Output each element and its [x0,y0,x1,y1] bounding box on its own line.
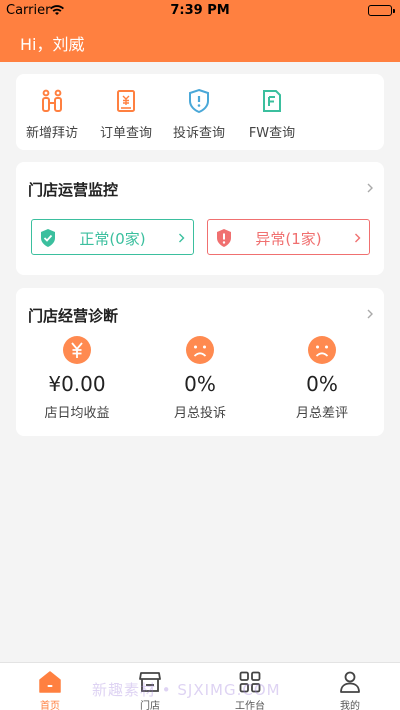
chevron-right-icon[interactable] [366,309,374,319]
quick-action-label: 订单查询 [99,126,152,141]
fw-icon [263,90,281,112]
clock: 7:39 PM [170,3,230,18]
chevron-right-icon [179,233,185,243]
quick-action-order-query[interactable]: 订单查询 [92,88,160,141]
metric-monthly-negative-reviews[interactable]: 0% 月总差评 [267,336,377,421]
metric-value: ¥0.00 [48,372,106,396]
visit-icon [42,89,62,112]
abnormal-stores-label: 异常(1家) [255,230,322,248]
tab-home[interactable]: 首页 [20,670,80,710]
quick-action-complaint-query[interactable]: 投诉查询 [165,88,233,141]
store-monitor-title: 门店运营监控 [28,181,119,199]
chevron-right-icon [355,233,361,243]
quick-action-label: 新增拜访 [25,126,78,141]
quick-action-new-visit[interactable]: 新增拜访 [18,88,86,141]
greeting-text: Hi，刘威 [20,35,85,54]
tab-label: 首页 [40,701,60,710]
metric-daily-revenue[interactable]: ¥0.00 店日均收益 [22,336,132,421]
metric-label: 月总投诉 [173,406,226,421]
sad-face-icon [186,336,214,364]
home-icon [39,671,61,693]
complaint-icon [189,88,209,114]
tab-mine[interactable]: 我的 [320,670,380,710]
metric-value: 0% [306,372,338,396]
normal-stores-button[interactable]: 正常(0家) [31,219,194,255]
tab-label: 我的 [340,701,360,710]
app-header: Carrier 7:39 PM Hi，刘威 [0,0,400,62]
metric-label: 店日均收益 [44,406,110,421]
quick-action-fw-query[interactable]: FW查询 [238,88,306,141]
quick-action-label: 投诉查询 [172,126,225,141]
chevron-right-icon[interactable] [366,183,374,193]
metric-value: 0% [184,372,216,396]
watermark-text: 新趣素材 • SJXIMG.COM [92,681,281,699]
store-diagnosis-title: 门店经营诊断 [28,307,119,325]
metric-label: 月总差评 [295,406,348,421]
metric-monthly-complaints[interactable]: 0% 月总投诉 [145,336,255,421]
battery-icon [368,5,395,16]
abnormal-stores-button[interactable]: 异常(1家) [207,219,370,255]
normal-stores-label: 正常(0家) [79,230,146,248]
sad-face-icon [308,336,336,364]
order-icon [117,90,135,112]
user-icon [340,671,360,693]
store-diagnosis-card: 门店经营诊断 ¥0.00 店日均收益 0% 月总投诉 0% 月总差评 [16,288,384,436]
quick-action-label: FW查询 [248,126,296,141]
status-bar: Carrier 7:39 PM [0,0,400,22]
store-monitor-card: 门店运营监控 正常(0家) 异常(1家) [16,162,384,275]
quick-actions-card: 新增拜访 订单查询 投诉查询 FW查询 [16,74,384,150]
yuan-icon [63,336,91,364]
